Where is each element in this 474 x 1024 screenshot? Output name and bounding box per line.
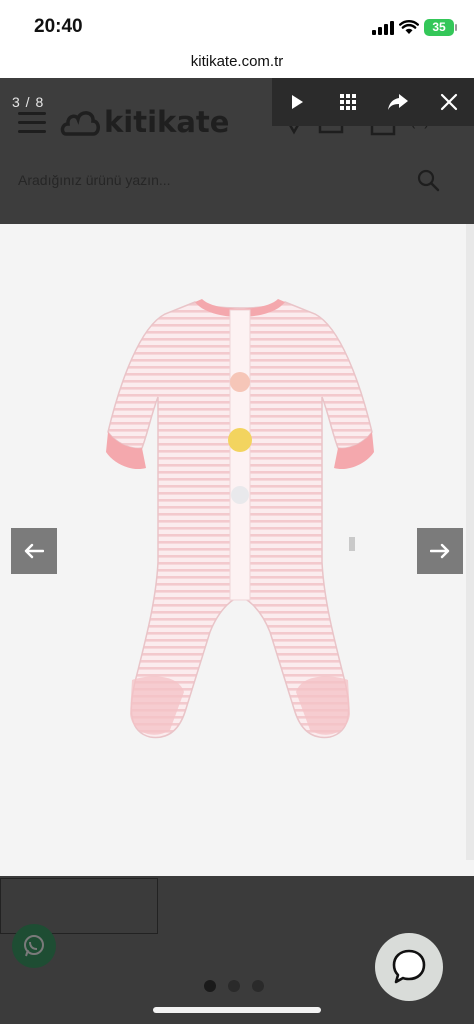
bottom-overlay <box>0 876 474 1024</box>
lightbox-image-area[interactable] <box>0 224 474 876</box>
url-bar[interactable]: kitikate.com.tr <box>0 50 474 78</box>
whatsapp-glyph-icon <box>24 935 44 957</box>
grid-icon <box>339 94 356 110</box>
search-input[interactable]: Aradığınız ürünü yazın... <box>18 172 171 188</box>
close-lightbox-button[interactable] <box>429 82 469 122</box>
arrow-right-icon <box>430 543 450 559</box>
home-indicator <box>153 1007 321 1013</box>
pagination-dot[interactable] <box>228 980 240 992</box>
battery-icon: 35 <box>424 19 457 36</box>
next-image-button[interactable] <box>417 528 463 574</box>
live-chat-button[interactable] <box>375 933 443 1001</box>
status-bar: 20:40 35 <box>0 0 474 50</box>
close-icon <box>440 93 457 111</box>
cellular-signal-icon <box>372 21 396 35</box>
next-slide-edge <box>466 224 474 860</box>
search-icon[interactable] <box>416 168 440 192</box>
hamburger-menu-icon[interactable] <box>18 112 46 133</box>
play-icon <box>292 95 304 109</box>
previous-image-button[interactable] <box>11 528 57 574</box>
whatsapp-icon[interactable] <box>12 924 56 968</box>
pagination-dot[interactable] <box>204 980 216 992</box>
logo-mark-icon <box>60 111 100 136</box>
status-time: 20:40 <box>34 16 83 37</box>
thumbnails-grid-button[interactable] <box>328 82 368 122</box>
site-logo[interactable]: kitikate <box>60 104 229 140</box>
slide-counter: 3 / 8 <box>12 94 45 110</box>
product-image[interactable] <box>60 282 420 762</box>
pagination-dot[interactable] <box>252 980 264 992</box>
chat-bubble-icon <box>392 949 426 984</box>
arrow-left-icon <box>24 543 44 559</box>
slideshow-play-button[interactable] <box>277 82 317 122</box>
logo-text: kitikate <box>104 105 230 139</box>
share-button[interactable] <box>378 82 418 122</box>
wifi-icon <box>399 20 419 34</box>
search-row: Aradığınız ürünü yazın... <box>0 160 474 204</box>
share-icon <box>388 94 409 110</box>
lightbox-toolbar <box>272 78 474 126</box>
pagination-dots <box>204 980 264 992</box>
